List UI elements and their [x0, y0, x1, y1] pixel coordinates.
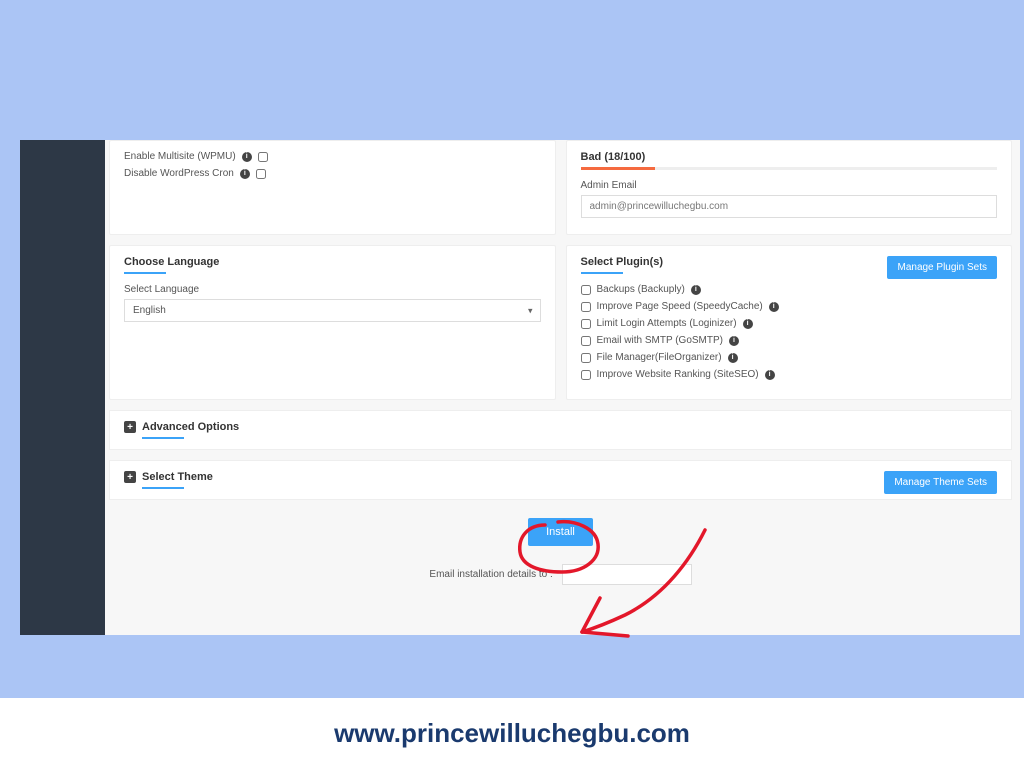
plugin-row: File Manager(FileOrganizer) i — [581, 352, 998, 363]
footer: www.princewilluchegbu.com — [0, 698, 1024, 768]
admin-email-card: Bad (18/100) Admin Email — [566, 140, 1013, 235]
advanced-options-row[interactable]: + Advanced Options — [109, 410, 1012, 450]
footer-url: www.princewilluchegbu.com — [334, 718, 690, 749]
score-bar — [581, 167, 998, 170]
accent-line — [142, 437, 184, 439]
main-content: Enable Multisite (WPMU) i Disable WordPr… — [105, 140, 1020, 635]
plugin-label: Email with SMTP (GoSMTP) — [597, 335, 724, 346]
plugin-checkbox[interactable] — [581, 285, 591, 295]
info-icon[interactable]: i — [769, 302, 779, 312]
sidebar — [20, 140, 105, 635]
info-icon[interactable]: i — [242, 152, 252, 162]
language-card: Choose Language Select Language English … — [109, 245, 556, 400]
plugins-card: Select Plugin(s) Manage Plugin Sets Back… — [566, 245, 1013, 400]
plugin-row: Improve Page Speed (SpeedyCache) i — [581, 301, 998, 312]
install-button[interactable]: Install — [528, 518, 593, 546]
language-select-label: Select Language — [124, 284, 541, 295]
info-icon[interactable]: i — [691, 285, 701, 295]
plugin-row: Limit Login Attempts (Loginizer) i — [581, 318, 998, 329]
password-score: Bad (18/100) — [581, 151, 998, 163]
email-details-row: Email installation details to : — [109, 564, 1012, 585]
plugin-row: Improve Website Ranking (SiteSEO) i — [581, 369, 998, 380]
plugin-label: Limit Login Attempts (Loginizer) — [597, 318, 737, 329]
language-title: Choose Language — [124, 256, 541, 268]
disable-cron-row: Disable WordPress Cron i — [124, 168, 541, 179]
accent-line — [581, 272, 623, 274]
disable-cron-label: Disable WordPress Cron — [124, 168, 234, 179]
enable-multisite-checkbox[interactable] — [258, 152, 268, 162]
plugin-checkbox[interactable] — [581, 319, 591, 329]
plugin-row: Email with SMTP (GoSMTP) i — [581, 335, 998, 346]
disable-cron-checkbox[interactable] — [256, 169, 266, 179]
email-details-label: Email installation details to : — [429, 569, 552, 580]
info-icon[interactable]: i — [240, 169, 250, 179]
admin-email-label: Admin Email — [581, 180, 998, 191]
email-details-input[interactable] — [562, 564, 692, 585]
info-icon[interactable]: i — [729, 336, 739, 346]
plugin-label: Backups (Backuply) — [597, 284, 685, 295]
plugin-row: Backups (Backuply) i — [581, 284, 998, 295]
plus-icon: + — [124, 421, 136, 433]
select-theme-label: Select Theme — [142, 471, 213, 483]
plugin-label: File Manager(FileOrganizer) — [597, 352, 722, 363]
app-panel: Enable Multisite (WPMU) i Disable WordPr… — [20, 140, 1020, 635]
plugin-label: Improve Website Ranking (SiteSEO) — [597, 369, 759, 380]
manage-theme-sets-button[interactable]: Manage Theme Sets — [884, 471, 997, 494]
plus-icon: + — [124, 471, 136, 483]
plugin-label: Improve Page Speed (SpeedyCache) — [597, 301, 763, 312]
info-icon[interactable]: i — [765, 370, 775, 380]
enable-multisite-row: Enable Multisite (WPMU) i — [124, 151, 541, 162]
multisite-options-card: Enable Multisite (WPMU) i Disable WordPr… — [109, 140, 556, 235]
info-icon[interactable]: i — [743, 319, 753, 329]
plugin-checkbox[interactable] — [581, 370, 591, 380]
info-icon[interactable]: i — [728, 353, 738, 363]
manage-plugin-sets-button[interactable]: Manage Plugin Sets — [887, 256, 997, 279]
plugin-checkbox[interactable] — [581, 336, 591, 346]
accent-line — [124, 272, 166, 274]
plugin-checkbox[interactable] — [581, 302, 591, 312]
language-select[interactable]: English — [124, 299, 541, 322]
install-zone: Install — [109, 518, 1012, 546]
select-theme-row[interactable]: + Select Theme Manage Theme Sets — [109, 460, 1012, 500]
admin-email-input[interactable] — [581, 195, 998, 218]
advanced-options-label: Advanced Options — [142, 421, 239, 433]
accent-line — [142, 487, 184, 489]
enable-multisite-label: Enable Multisite (WPMU) — [124, 151, 236, 162]
plugin-checkbox[interactable] — [581, 353, 591, 363]
